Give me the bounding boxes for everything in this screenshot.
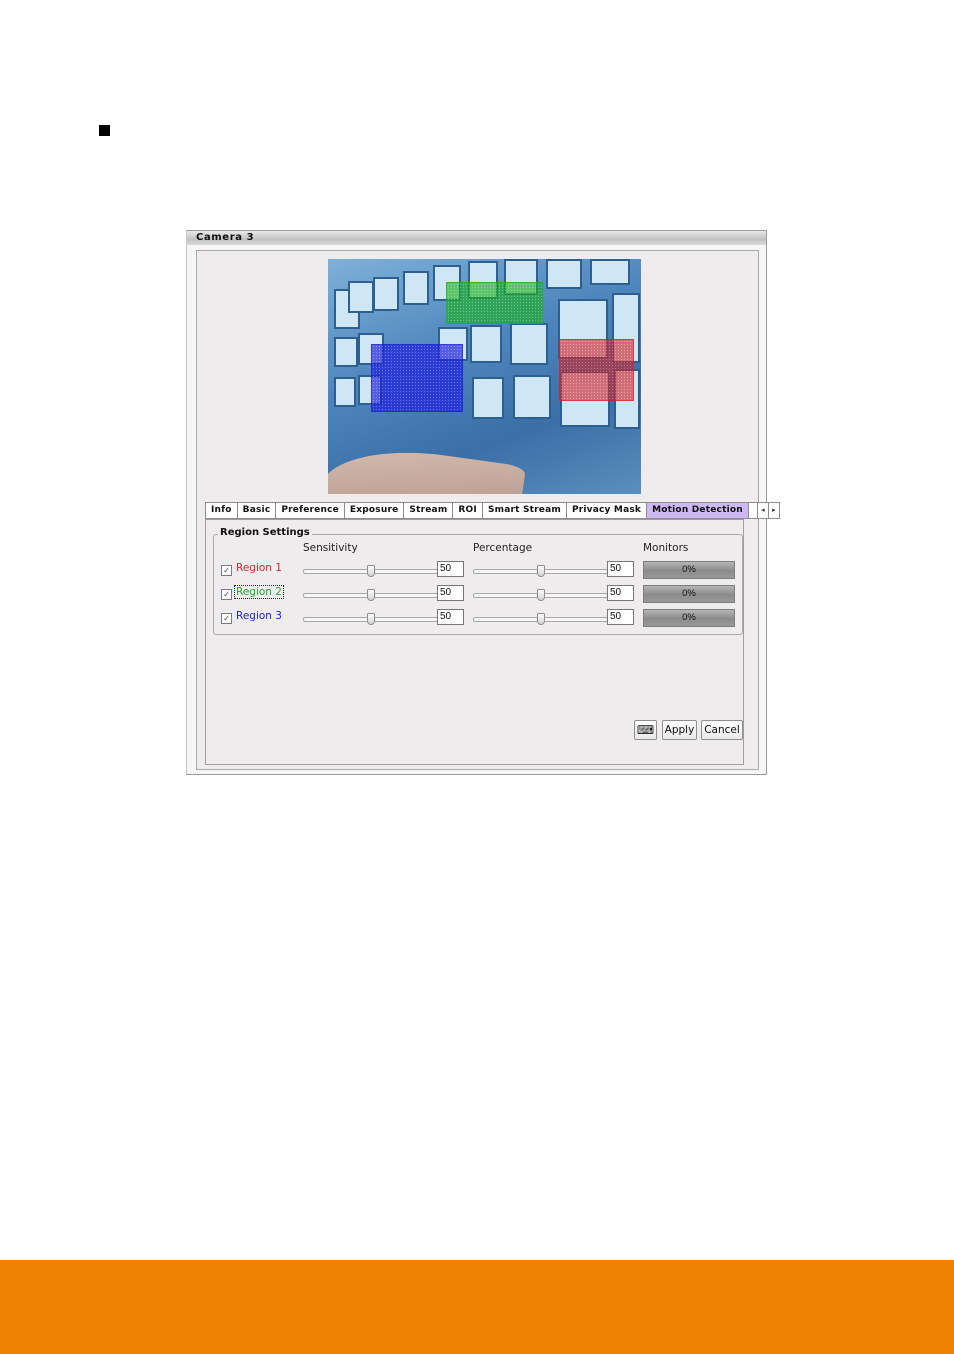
region-1-label[interactable]: Region 1 bbox=[235, 562, 283, 574]
tab-info[interactable]: Info bbox=[205, 502, 237, 519]
region-settings-group: Region Settings Sensitivity Percentage M… bbox=[213, 527, 743, 635]
cancel-button[interactable]: Cancel bbox=[701, 720, 743, 740]
region-3-percentage-slider[interactable] bbox=[473, 613, 608, 625]
footer-bar bbox=[0, 1260, 954, 1354]
apply-button[interactable]: Apply bbox=[662, 720, 697, 740]
window-titlebar[interactable]: Camera 3 bbox=[187, 231, 766, 245]
region-3-sensitivity-slider[interactable] bbox=[303, 613, 438, 625]
tab-smart-stream[interactable]: Smart Stream bbox=[481, 502, 566, 519]
region-1-monitor-bar: 0% bbox=[643, 561, 735, 579]
region-1-sensitivity-input[interactable]: 50 bbox=[437, 561, 464, 577]
tab-scroll-left-icon[interactable]: ◂ bbox=[758, 503, 768, 518]
camera-preview[interactable] bbox=[328, 259, 641, 494]
region-1-checkbox[interactable]: ✓ bbox=[221, 565, 232, 576]
region-3-percentage-input[interactable]: 50 bbox=[607, 609, 634, 625]
tab-stream[interactable]: Stream bbox=[403, 502, 453, 519]
region-2-percentage-input[interactable]: 50 bbox=[607, 585, 634, 601]
region-2-label[interactable]: Region 2 bbox=[234, 585, 284, 599]
settings-tabs: Info Basic Preference Exposure Stream RO… bbox=[205, 502, 780, 519]
tab-scroll-buttons: ◂ ▸ bbox=[756, 502, 780, 519]
slider-thumb[interactable] bbox=[366, 613, 375, 625]
region-2-sensitivity-input[interactable]: 50 bbox=[437, 585, 464, 601]
percentage-header: Percentage bbox=[473, 542, 533, 554]
region-row: ✓ Region 2 50 50 0% bbox=[214, 585, 742, 605]
slider-thumb[interactable] bbox=[366, 565, 375, 577]
tab-motion-detection[interactable]: Motion Detection bbox=[646, 502, 748, 519]
region-3-monitor-bar: 0% bbox=[643, 609, 735, 627]
tab-basic[interactable]: Basic bbox=[236, 502, 276, 519]
keyboard-button[interactable]: ⌨ bbox=[634, 720, 657, 740]
region-1-box[interactable] bbox=[559, 339, 634, 401]
region-1-percentage-slider[interactable] bbox=[473, 565, 608, 577]
window-title: Camera 3 bbox=[196, 232, 255, 243]
region-1-percentage-input[interactable]: 50 bbox=[607, 561, 634, 577]
tab-overflow-partial[interactable] bbox=[747, 502, 757, 519]
region-row: ✓ Region 3 50 50 0% bbox=[214, 609, 742, 629]
region-3-checkbox[interactable]: ✓ bbox=[221, 613, 232, 624]
tab-exposure[interactable]: Exposure bbox=[343, 502, 404, 519]
slider-thumb[interactable] bbox=[536, 589, 545, 601]
square-bullet-icon bbox=[99, 125, 110, 136]
region-row: ✓ Region 1 50 50 0% bbox=[214, 561, 742, 581]
keyboard-icon: ⌨ bbox=[636, 723, 655, 737]
tab-privacy-mask[interactable]: Privacy Mask bbox=[565, 502, 647, 519]
region-2-percentage-slider[interactable] bbox=[473, 589, 608, 601]
region-2-box[interactable] bbox=[446, 282, 543, 324]
settings-pane: Info Basic Preference Exposure Stream RO… bbox=[196, 250, 780, 770]
monitors-header: Monitors bbox=[643, 542, 689, 554]
region-3-sensitivity-input[interactable]: 50 bbox=[437, 609, 464, 625]
region-3-box[interactable] bbox=[371, 344, 463, 412]
tab-scroll-right-icon[interactable]: ▸ bbox=[767, 503, 779, 518]
region-2-sensitivity-slider[interactable] bbox=[303, 589, 438, 601]
slider-thumb[interactable] bbox=[536, 565, 545, 577]
camera-settings-window: Camera 3 Info Basic Preference Exposure … bbox=[186, 230, 780, 775]
slider-thumb[interactable] bbox=[536, 613, 545, 625]
region-2-checkbox[interactable]: ✓ bbox=[221, 589, 232, 600]
region-settings-title: Region Settings bbox=[218, 527, 312, 538]
region-3-label[interactable]: Region 3 bbox=[235, 610, 283, 622]
sensitivity-header: Sensitivity bbox=[303, 542, 358, 554]
tab-roi[interactable]: ROI bbox=[452, 502, 482, 519]
tab-preference[interactable]: Preference bbox=[275, 502, 344, 519]
region-1-sensitivity-slider[interactable] bbox=[303, 565, 438, 577]
region-2-monitor-bar: 0% bbox=[643, 585, 735, 603]
slider-thumb[interactable] bbox=[366, 589, 375, 601]
